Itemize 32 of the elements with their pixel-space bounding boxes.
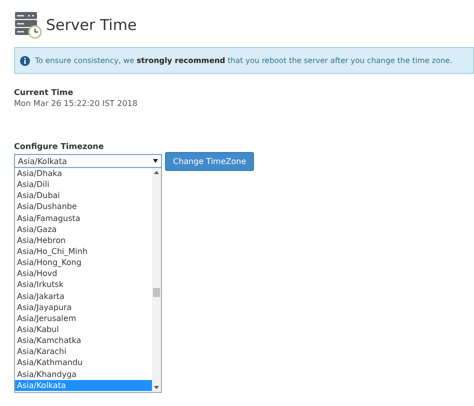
timezone-option[interactable]: Asia/Dushanbe xyxy=(15,201,152,213)
info-icon xyxy=(20,56,30,66)
timezone-option[interactable]: Asia/Dili xyxy=(15,179,152,190)
timezone-option[interactable]: Asia/Gaza xyxy=(15,224,152,235)
timezone-option[interactable]: Asia/Kamchatka xyxy=(15,335,152,346)
timezone-option[interactable]: Asia/Hong_Kong xyxy=(15,257,152,268)
page-title: Server Time xyxy=(46,16,137,34)
current-time-label: Current Time xyxy=(14,88,74,97)
timezone-option[interactable]: Asia/Jakarta xyxy=(15,290,152,302)
timezone-option[interactable]: Asia/Karachi xyxy=(15,346,152,358)
timezone-option[interactable]: Asia/Jerusalem xyxy=(15,312,152,324)
timezone-option[interactable]: Asia/Dhaka xyxy=(15,168,152,180)
scroll-thumb[interactable] xyxy=(153,288,160,297)
timezone-option[interactable]: Asia/Irkutsk xyxy=(15,279,152,291)
timezone-option[interactable]: Asia/Ho_Chi_Minh xyxy=(15,246,152,258)
timezone-option[interactable]: Asia/Kabul xyxy=(15,324,152,336)
timezone-option[interactable]: Asia/Dubai xyxy=(15,190,152,202)
timezone-option[interactable]: Asia/Khandyga xyxy=(15,368,152,380)
scrollbar[interactable] xyxy=(152,168,161,392)
timezone-option[interactable]: Asia/Kathmandu xyxy=(15,357,152,369)
scroll-up-icon xyxy=(154,171,159,174)
change-timezone-button[interactable]: Change TimeZone xyxy=(165,152,254,171)
timezone-select[interactable]: Asia/Kolkata xyxy=(14,154,162,168)
timezone-option[interactable]: Asia/Jayapura xyxy=(15,302,152,313)
current-time-value: Mon Mar 26 15:22:20 IST 2018 xyxy=(14,99,138,108)
dropdown-caret-icon xyxy=(153,159,158,163)
timezone-option[interactable]: Asia/Hovd xyxy=(15,268,152,280)
timezone-option[interactable]: Asia/Famagusta xyxy=(15,212,152,224)
server-clock-icon xyxy=(14,11,42,39)
timezone-label: Configure Timezone xyxy=(14,142,105,151)
scroll-down-icon xyxy=(154,386,159,389)
timezone-option[interactable]: Asia/Hebron xyxy=(15,234,152,246)
